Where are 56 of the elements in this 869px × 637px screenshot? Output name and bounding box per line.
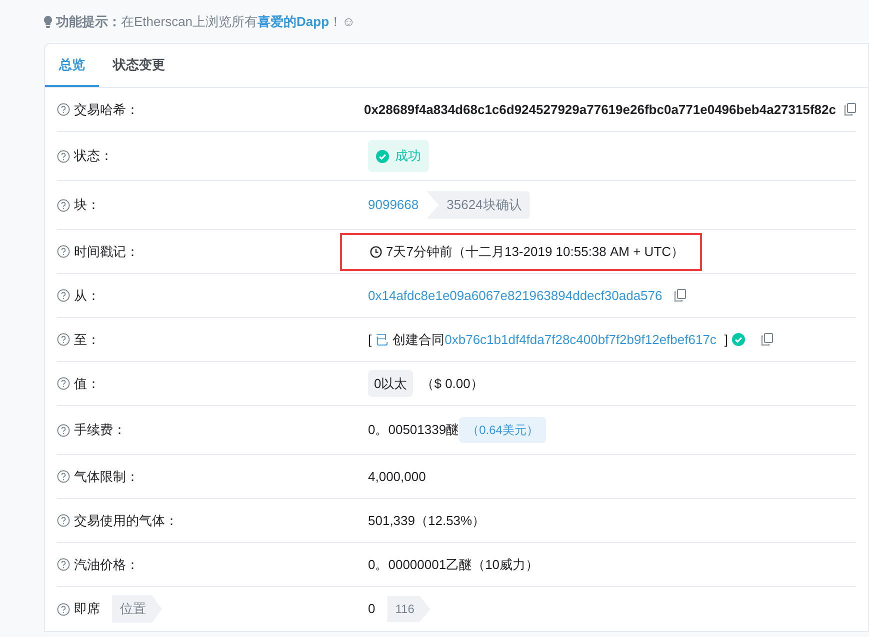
nonce-value: 0 — [368, 600, 376, 618]
field-value: 501,339（12.53%） — [368, 512, 486, 528]
field-label: 块： — [74, 196, 100, 214]
bracket-text: [ — [368, 330, 372, 349]
transaction-hash: 0x28689f4a834d68c1c6d924527929a77619e26fbc0a771e0496beb4a27315f82c — [364, 100, 836, 119]
usd-value: （$ 0.00） — [421, 374, 484, 393]
timestamp-text: 7天7分钟前（十二月13-2019 10:55:38 AM + UTC） — [386, 242, 684, 261]
copy-icon[interactable] — [674, 289, 686, 302]
value-badge: 0以太 — [368, 370, 414, 398]
field-label: 即席 — [74, 600, 100, 618]
copy-icon[interactable] — [761, 333, 774, 346]
clock-icon — [370, 246, 382, 258]
field-label: 交易使用的气体： — [74, 512, 178, 530]
field-label: 至： — [74, 330, 100, 349]
field-value: 4,000,000 — [368, 468, 426, 484]
help-icon — [57, 377, 70, 390]
tab[interactable]: 总览 — [45, 44, 99, 87]
usd-badge: （0.64美元） — [459, 417, 546, 443]
dapp-link[interactable]: 喜爱的Dapp — [258, 14, 330, 29]
address-link[interactable]: 0x14afdc8e1e09a6067e821963894ddecf30ada576 — [368, 286, 662, 306]
field-label: 气体限制： — [74, 468, 139, 486]
help-icon — [57, 289, 70, 302]
field-label: 交易哈希： — [74, 100, 139, 119]
contract-link[interactable]: 0xb76c1b1df4fda7f28c400bf7f2b9f12efbef617c — [444, 330, 716, 350]
verified-icon — [732, 333, 746, 346]
confirmations-badge: 35624块确认 — [426, 191, 530, 219]
block-link[interactable]: 9099668 — [368, 195, 419, 215]
action-text: 创建合同 — [392, 330, 445, 349]
created-text: 已 — [376, 330, 389, 349]
position-badge: 116 — [387, 596, 430, 622]
help-icon — [57, 150, 70, 162]
copy-icon[interactable] — [844, 103, 856, 116]
field-label: 状态： — [74, 147, 113, 166]
check-icon — [376, 150, 389, 162]
help-icon — [57, 558, 70, 571]
success-badge: 成功 — [368, 140, 429, 172]
bracket-text: ] — [724, 330, 728, 349]
help-icon — [57, 245, 70, 258]
tab[interactable]: 状态变更 — [99, 44, 179, 87]
field-label: 汽油价格： — [74, 556, 139, 574]
field-label: 从： — [74, 286, 100, 305]
field-label: 时间戳记： — [74, 242, 139, 261]
field-value: 0。00000001乙醚（10威力） — [368, 556, 539, 572]
position-tag: 位置 — [112, 595, 162, 623]
lightbulb-icon — [44, 16, 52, 28]
help-icon — [57, 333, 70, 346]
help-icon — [57, 103, 70, 116]
help-icon — [57, 198, 70, 212]
fee-value: 0。00501339醚 — [368, 421, 460, 440]
field-label: 值： — [74, 374, 100, 393]
help-icon — [57, 470, 70, 483]
help-icon — [57, 602, 70, 616]
tip-text: 功能提示：在Etherscan上浏览所有喜爱的Dapp！☺ — [56, 12, 356, 31]
field-label: 手续费： — [74, 421, 126, 440]
help-icon — [57, 514, 70, 527]
help-icon — [57, 424, 70, 436]
